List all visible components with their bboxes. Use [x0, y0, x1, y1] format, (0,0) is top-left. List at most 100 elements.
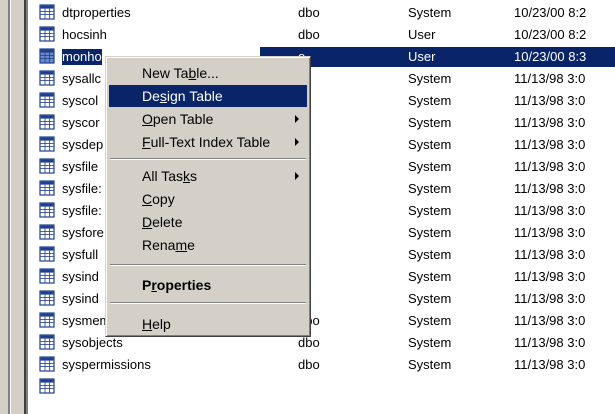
menu-item-help[interactable]: Help	[109, 313, 307, 335]
table-icon	[39, 158, 55, 174]
table-type: System	[408, 357, 452, 372]
menu-item-design-table[interactable]: Design Table	[109, 85, 307, 107]
table-create-date: 11/13/98 3:0	[514, 225, 586, 240]
table-create-date: 11/13/98 3:0	[514, 313, 586, 328]
table-icon	[39, 70, 55, 86]
table-type: System	[408, 291, 452, 306]
menu-item-label: Properties	[142, 277, 212, 293]
table-name: sysfile	[62, 159, 99, 174]
submenu-arrow-icon	[295, 138, 299, 146]
table-name: sysind	[62, 269, 99, 284]
table-create-date: 11/13/98 3:0	[514, 159, 586, 174]
table-type: User	[408, 27, 436, 42]
table-type: System	[408, 203, 452, 218]
menu-item-label: All Tasks	[142, 168, 197, 184]
table-icon	[39, 4, 55, 20]
menu-item-all-tasks[interactable]: All Tasks	[109, 165, 307, 187]
table-type: User	[408, 49, 436, 64]
table-create-date: 11/13/98 3:0	[514, 93, 586, 108]
table-type: System	[408, 137, 452, 152]
table-name: monho	[62, 49, 102, 65]
table-owner: dbo	[298, 357, 320, 372]
table-create-date: 10/23/00 8:2	[514, 27, 587, 42]
table-name: sysind	[62, 291, 99, 306]
table-owner: dbo	[298, 27, 320, 42]
menu-item-copy[interactable]: Copy	[109, 188, 307, 210]
table-type: System	[408, 115, 452, 130]
table-icon	[39, 334, 55, 350]
menu-item-label: Design Table	[142, 88, 223, 104]
table-icon	[39, 136, 55, 152]
table-create-date: 11/13/98 3:0	[514, 203, 586, 218]
menu-item-delete[interactable]: Delete	[109, 211, 307, 233]
menu-item-label: Full-Text Index Table	[142, 134, 271, 150]
table-icon	[39, 202, 55, 218]
table-row[interactable]: dtproperties dbo System 10/23/00 8:2	[36, 2, 615, 24]
table-row[interactable]	[36, 376, 615, 398]
table-create-date: 11/13/98 3:0	[514, 115, 586, 130]
submenu-arrow-icon	[295, 115, 299, 123]
table-name: syscol	[62, 93, 99, 108]
table-icon	[39, 378, 55, 394]
table-create-date: 11/13/98 3:0	[514, 357, 586, 372]
table-create-date: 11/13/98 3:0	[514, 291, 586, 306]
table-icon	[39, 48, 55, 64]
table-name: sysfore	[62, 225, 104, 240]
submenu-arrow-icon	[295, 172, 299, 180]
table-icon	[39, 114, 55, 130]
table-type: System	[408, 335, 452, 350]
table-type: System	[408, 269, 452, 284]
table-name: sysobjects	[62, 335, 123, 350]
table-icon	[39, 356, 55, 372]
table-type: System	[408, 71, 452, 86]
table-name: sysfull	[62, 247, 99, 262]
table-icon	[39, 224, 55, 240]
menu-item-label: Open Table	[142, 111, 214, 127]
table-icon	[39, 290, 55, 306]
menu-item-label: New Table...	[142, 65, 219, 81]
menu-item-new-table[interactable]: New Table...	[109, 62, 307, 84]
table-owner: dbo	[298, 335, 320, 350]
table-create-date: 11/13/98 3:0	[514, 335, 586, 350]
table-row[interactable]: hocsinh dbo User 10/23/00 8:2	[36, 24, 615, 46]
table-icon	[39, 92, 55, 108]
table-name: dtproperties	[62, 5, 131, 20]
table-type: System	[408, 93, 452, 108]
table-create-date: 11/13/98 3:0	[514, 181, 586, 196]
table-create-date: 11/13/98 3:0	[514, 269, 586, 284]
menu-item-rename[interactable]: Rename	[109, 234, 307, 256]
table-name: sysdep	[62, 137, 104, 152]
table-type: System	[408, 181, 452, 196]
table-row[interactable]: syspermissions dbo System 11/13/98 3:0	[36, 354, 615, 376]
table-type: System	[408, 225, 452, 240]
tree-pane-edge	[0, 0, 36, 414]
table-icon	[39, 180, 55, 196]
table-type: System	[408, 5, 452, 20]
menu-item-label: Help	[142, 316, 171, 332]
menu-item-label: Rename	[142, 237, 195, 253]
table-name: syspermissions	[62, 357, 151, 372]
menu-item-properties[interactable]: Properties	[109, 274, 307, 296]
menu-item-label: Delete	[142, 214, 183, 230]
table-name: hocsinh	[62, 27, 107, 42]
table-create-date: 10/23/00 8:3	[514, 49, 587, 64]
table-create-date: 11/13/98 3:0	[514, 71, 586, 86]
table-icon	[39, 26, 55, 42]
table-create-date: 11/13/98 3:0	[514, 137, 586, 152]
table-name: sysfile:	[62, 203, 102, 218]
context-menu: New Table... Design Table Open Table Full-T…	[105, 56, 311, 337]
frame-edge	[10, 0, 11, 414]
menu-item-full-text-index-table[interactable]: Full-Text Index Table	[109, 131, 307, 153]
table-name: syscor	[62, 115, 100, 130]
menu-separator	[110, 302, 306, 304]
table-type: System	[408, 159, 452, 174]
menu-item-open-table[interactable]: Open Table	[109, 108, 307, 130]
menu-separator	[110, 264, 306, 266]
table-icon	[39, 268, 55, 284]
table-icon	[39, 246, 55, 262]
table-owner: dbo	[298, 5, 320, 20]
menu-separator	[110, 158, 306, 160]
table-type: System	[408, 313, 452, 328]
table-name: sysallc	[62, 71, 102, 86]
frame-edge	[28, 0, 36, 414]
